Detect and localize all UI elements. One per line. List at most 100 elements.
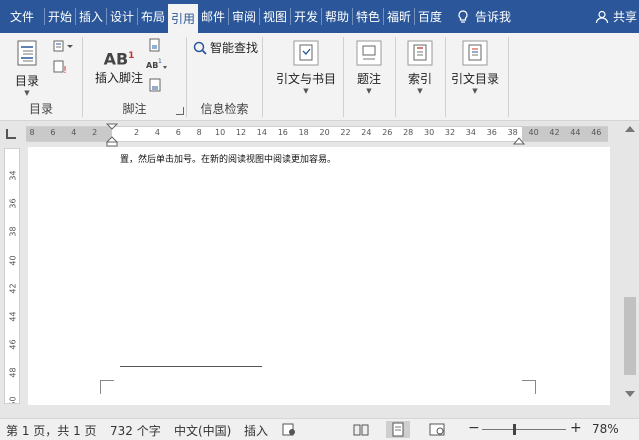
ruler-tick-label: 4 (154, 128, 160, 137)
tab-5[interactable]: 引用 (168, 4, 198, 33)
ruler-tick-label: 2 (133, 128, 140, 137)
language-indicator[interactable]: 中文(中国) (174, 422, 231, 439)
citation-book-icon (293, 40, 319, 66)
page-count[interactable]: 第 1 页，共 1 页 (6, 422, 97, 439)
ruler-tick-label: 14 (256, 128, 267, 137)
tab-10[interactable]: 帮助 (322, 0, 352, 33)
footnote-icon: AB1 (91, 43, 147, 69)
tab-2[interactable]: 插入 (76, 0, 106, 33)
ribbon-divider (343, 37, 344, 117)
document-page[interactable]: 置，然后单击加号。在新的阅读视图中阅读更加容易。 (28, 147, 610, 405)
insert-footnote-label: 插入脚注 (94, 71, 143, 85)
ribbon: 目录 ▼ ! 目录 AB1 插入脚注 AB 1 脚注 智能查找 信息检索 引文与… (0, 33, 639, 121)
horizontal-ruler[interactable]: 8 6 4 2 2 4 6 8 10 12 14 16 18 20 22 24 26 28 30 32 34 36 38 40… (0, 121, 639, 147)
zoom-in-button[interactable]: + (570, 420, 582, 436)
ribbon-tab-bar: 文件 开始 插入 设计 布局 引用 邮件 审阅 视图 开发 帮助 特色 福昕 百度 告诉我 共享 (0, 0, 639, 33)
ruler-tick-label: 22 (340, 128, 351, 137)
scroll-down-icon[interactable] (625, 391, 635, 397)
ruler-tick-label: 44 (570, 128, 581, 137)
document-text[interactable]: 置，然后单击加号。在新的阅读视图中阅读更加容易。 (120, 152, 336, 165)
smart-lookup-button[interactable]: 智能查找 (193, 39, 258, 56)
svg-text:AB: AB (146, 61, 158, 70)
lightbulb-icon (458, 9, 468, 23)
vertical-ruler: 34 36 38 40 42 44 46 48 50 (4, 148, 20, 404)
print-layout-icon[interactable] (386, 421, 410, 438)
citations-button[interactable]: 引文与书目 ▼ (272, 39, 340, 96)
tab-4[interactable]: 布局 (138, 0, 168, 33)
ribbon-divider (262, 37, 263, 117)
smart-lookup-label: 智能查找 (210, 41, 259, 55)
footnote-icon-text: AB (103, 49, 129, 69)
toc-button[interactable]: 目录 ▼ (8, 39, 46, 98)
vertical-ruler-tick-label: 50 (8, 396, 18, 404)
captions-button[interactable]: 题注 ▼ (350, 39, 388, 96)
next-footnote-icon[interactable]: AB 1 (145, 57, 169, 73)
person-icon (595, 10, 609, 23)
captions-label: 题注 (356, 72, 381, 86)
tell-me-box[interactable]: 告诉我 (457, 0, 511, 33)
tab-1[interactable]: 开始 (45, 0, 75, 33)
tab-8[interactable]: 视图 (260, 0, 290, 33)
document-area[interactable]: 置，然后单击加号。在新的阅读视图中阅读更加容易。 (22, 147, 620, 405)
search-globe-icon (193, 41, 207, 55)
toc-label: 目录 (14, 74, 39, 88)
tab-7[interactable]: 审阅 (229, 0, 259, 33)
ruler-tick-label: 36 (486, 128, 497, 137)
ruler-tick-label: 28 (403, 128, 414, 137)
footnote-superscript: 1 (128, 51, 135, 61)
ruler-tick-label: 46 (591, 128, 602, 137)
read-mode-icon[interactable] (352, 422, 370, 437)
status-bar: 第 1 页，共 1 页 732 个字 中文(中国) 插入 − + 78% (0, 418, 639, 440)
dialog-launcher-icon[interactable] (176, 107, 184, 115)
zoom-level[interactable]: 78% (592, 422, 619, 436)
vertical-ruler-tick-label: 44 (8, 311, 18, 322)
footnote-separator (120, 366, 262, 367)
research-group-label: 信息检索 (200, 102, 249, 116)
show-notes-icon[interactable] (147, 77, 163, 93)
insert-mode[interactable]: 插入 (244, 422, 268, 439)
zoom-slider[interactable] (482, 429, 566, 430)
chevron-down-icon: ▼ (303, 87, 309, 95)
insert-footnote-button[interactable]: AB1 插入脚注 (91, 43, 147, 86)
left-margin-area (26, 127, 112, 141)
web-layout-icon[interactable] (428, 422, 446, 437)
vertical-ruler-tick-label: 34 (8, 170, 18, 181)
tab-0[interactable]: 文件 (0, 0, 44, 33)
ruler-tick-label: 20 (319, 128, 330, 137)
zoom-out-button[interactable]: − (468, 420, 480, 436)
index-button[interactable]: 索引 ▼ (401, 39, 439, 96)
ruler-tick-label: 40 (528, 128, 539, 137)
right-indent-icon[interactable] (513, 135, 525, 145)
update-table-icon[interactable]: ! (52, 59, 68, 75)
group-footnotes: AB1 插入脚注 AB 1 脚注 (83, 33, 186, 121)
tab-3[interactable]: 设计 (107, 0, 137, 33)
ribbon-divider (508, 37, 509, 117)
ribbon-divider (395, 37, 396, 117)
vertical-scrollbar[interactable] (621, 121, 639, 404)
ruler-tick-label: 2 (92, 128, 98, 137)
tab-selector-icon[interactable] (6, 129, 16, 139)
add-text-icon[interactable] (52, 39, 74, 53)
indent-markers-icon[interactable] (105, 123, 119, 147)
ribbon-divider (445, 37, 446, 117)
scroll-thumb[interactable] (624, 297, 636, 375)
ruler-tick-label: 6 (175, 128, 181, 137)
table-of-authorities-button[interactable]: 引文目录 ▼ (448, 39, 502, 96)
ruler-tick-label: 10 (215, 128, 226, 137)
ruler-tick-label: 34 (465, 128, 476, 137)
tab-13[interactable]: 百度 (415, 0, 445, 33)
tab-11[interactable]: 特色 (353, 0, 383, 33)
zoom-slider-thumb[interactable] (512, 424, 516, 435)
word-count[interactable]: 732 个字 (110, 422, 161, 439)
footnote-group-label: 脚注 (122, 102, 147, 116)
tab-6[interactable]: 邮件 (198, 0, 228, 33)
share-button[interactable]: 共享 (595, 0, 637, 33)
scroll-up-icon[interactable] (625, 126, 635, 132)
vertical-ruler-tick-label: 46 (8, 339, 18, 350)
chevron-down-icon: ▼ (24, 89, 30, 97)
tab-9[interactable]: 开发 (291, 0, 321, 33)
insert-endnote-icon[interactable] (147, 37, 163, 53)
tab-12[interactable]: 福昕 (384, 0, 414, 33)
vertical-ruler-tick-label: 42 (8, 283, 18, 294)
macro-record-icon[interactable] (282, 423, 296, 436)
